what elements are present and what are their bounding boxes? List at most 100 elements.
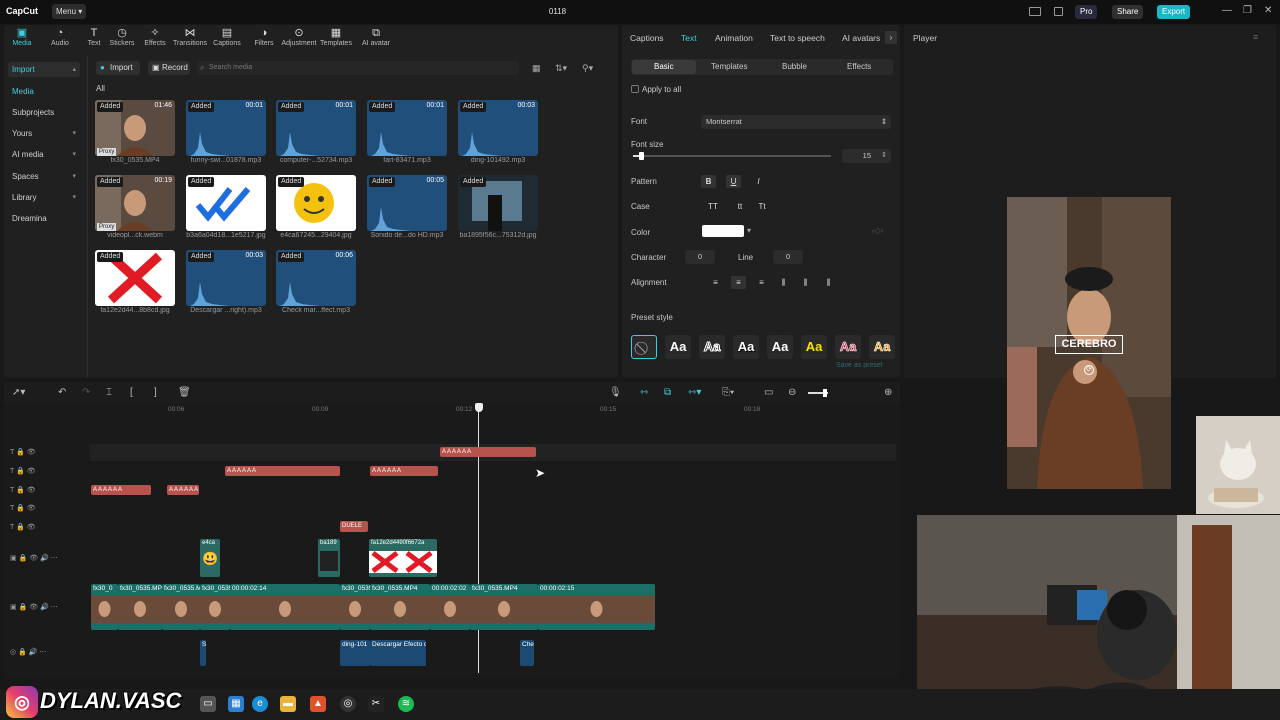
store-icon[interactable]: ▦ (228, 696, 244, 712)
media-item[interactable]: Added 00:06 (276, 250, 356, 306)
preset-style-3[interactable]: Aa (733, 335, 759, 359)
media-item[interactable]: Added 00:19 Proxy (95, 175, 175, 231)
tool-transitions[interactable]: ⋈ Transitions (168, 27, 212, 47)
tabs-more-icon[interactable]: › (885, 31, 897, 44)
tool-templates[interactable]: ▦ Templates (318, 27, 354, 47)
zoom-in-icon[interactable]: ⊕ (884, 387, 892, 398)
sidebar-item-media[interactable]: Media (8, 84, 80, 99)
preview-axis-icon[interactable]: ⎘▾ (722, 387, 734, 398)
character-input[interactable]: 0 (685, 250, 715, 264)
media-item[interactable]: Added (276, 175, 356, 231)
import-button[interactable]: ● Import (96, 61, 140, 75)
delete-icon[interactable]: 🗑 (178, 387, 191, 398)
video-clip[interactable]: 00:00:02:15 (538, 584, 655, 630)
image-clip-fa12[interactable]: fa12e2d4490f6672a (369, 539, 437, 577)
keyframe-icon[interactable]: ‹◇› (872, 226, 883, 235)
trim-left-icon[interactable]: [ (130, 387, 133, 398)
sidebar-item-library[interactable]: Library ▾ (8, 190, 80, 205)
text-clip[interactable]: A A A A A A (225, 466, 340, 476)
apply-all-checkbox[interactable] (631, 85, 639, 93)
video-clip[interactable]: 00:00:02:02 (430, 584, 470, 630)
microphone-icon[interactable]: 🎙 (609, 387, 622, 398)
minimize-icon[interactable]: — (1222, 5, 1232, 16)
video-clip[interactable]: 00:00:02:14 (230, 584, 340, 630)
align-option-4-icon[interactable]: ⫼ (776, 276, 791, 289)
tool-adjustment[interactable]: ⊙ Adjustment (277, 27, 321, 47)
font-size-slider-handle[interactable] (638, 152, 644, 160)
tab-captions[interactable]: Captions (630, 33, 664, 43)
media-item[interactable]: Added (458, 175, 538, 231)
subtab-bubble[interactable]: Bubble (782, 62, 807, 71)
sidebar-item-ai-media[interactable]: AI media ▾ (8, 147, 80, 162)
tab-text-to-speech[interactable]: Text to speech (770, 33, 825, 43)
video-clip[interactable]: fx30_0535.MP4 (162, 584, 200, 630)
layout-icon[interactable] (1029, 7, 1041, 16)
align-option-5-icon[interactable]: ⫼ (798, 276, 813, 289)
font-select[interactable]: Montserrat ⇕ (701, 115, 891, 129)
tab-text[interactable]: Text (681, 33, 697, 43)
preset-style-5[interactable]: Aa (801, 335, 827, 359)
bold-button[interactable]: B (701, 175, 716, 188)
video-clip[interactable]: fx30_0535.MP4 (370, 584, 430, 630)
subtab-basic[interactable]: Basic (654, 62, 674, 71)
media-item[interactable]: Added 00:01 (186, 100, 266, 156)
preset-style-2[interactable]: Aa (699, 335, 725, 359)
sidebar-item-import[interactable]: Import ▴ (8, 62, 80, 77)
media-item[interactable]: Added (186, 175, 266, 231)
tool-ai-avatar[interactable]: ⧉ AI avatar (358, 27, 394, 47)
fit-timeline-icon[interactable]: ▭ (764, 387, 773, 398)
case-option-3[interactable]: Tt (753, 200, 771, 213)
tool-media[interactable]: ▣ Media (4, 27, 40, 47)
folder-icon[interactable]: ▬ (280, 696, 296, 712)
tool-stickers[interactable]: ◷ Stickers (104, 27, 140, 47)
font-size-stepper-icon[interactable]: ⇕ (881, 151, 887, 159)
restore-icon[interactable]: ❐ (1243, 5, 1252, 16)
tool-captions[interactable]: ▤ Captions (209, 27, 245, 47)
underline-button[interactable]: U (726, 175, 741, 188)
image-clip-e4ca[interactable]: e4ca 😃 (200, 539, 220, 577)
text-clip[interactable]: A A A A A A (370, 466, 438, 476)
sidebar-item-spaces[interactable]: Spaces ▾ (8, 169, 80, 184)
tool-audio[interactable]: ◔ Audio (42, 27, 78, 47)
task-view-icon[interactable]: ▭ (200, 696, 216, 712)
player-menu-icon[interactable]: ≡ (1253, 32, 1258, 42)
align-option-6-icon[interactable]: ⫼ (821, 276, 836, 289)
preset-style-6[interactable]: Aa (835, 335, 861, 359)
share-button[interactable]: Share (1112, 5, 1144, 19)
sidebar-item-dreamina[interactable]: Dreamina (8, 211, 80, 226)
zoom-out-icon[interactable]: ⊖ (788, 387, 796, 398)
pro-button[interactable]: Pro (1075, 5, 1098, 19)
audio-clip[interactable]: Chec (520, 640, 534, 666)
line-input[interactable]: 0 (773, 250, 803, 264)
align-option-2-icon[interactable]: ≡ (731, 276, 746, 289)
align-option-1-icon[interactable]: ≡ (708, 276, 723, 289)
text-clip[interactable]: A A A A A A (440, 447, 536, 457)
preset-style-7[interactable]: Aa (869, 335, 895, 359)
preset-style-1[interactable]: Aa (665, 335, 691, 359)
video-clip[interactable]: fx30_0 (91, 584, 118, 630)
italic-button[interactable]: I (751, 175, 766, 188)
rotate-handle-icon[interactable]: ⟳ (1084, 365, 1094, 375)
linkage-icon[interactable]: ⇿▾ (688, 387, 701, 398)
auto-snap-icon[interactable]: ⧉ (664, 387, 671, 398)
video-clip[interactable]: fx30_0535.MP4 (200, 584, 230, 630)
text-color-swatch[interactable] (702, 225, 744, 237)
case-option-1[interactable]: TT (704, 200, 722, 213)
audio-clip[interactable]: ding-101 (340, 640, 370, 666)
audio-clip[interactable]: S (200, 640, 206, 666)
tab-ai-avatars[interactable]: AI avatars (842, 33, 880, 43)
sticker-clip[interactable]: DUELE (340, 521, 368, 532)
video-clip[interactable]: fx30_0535.MP4 (340, 584, 370, 630)
image-clip-ba189[interactable]: ba189 (318, 539, 340, 577)
subtab-effects[interactable]: Effects (847, 62, 871, 71)
search-input[interactable]: Search media (197, 61, 519, 75)
media-item[interactable]: Added 00:01 (367, 100, 447, 156)
playhead-handle[interactable] (475, 403, 483, 412)
capcut-taskbar-icon[interactable]: ✂ (368, 696, 384, 712)
caption-text-overlay[interactable]: CEREBRO (1055, 335, 1123, 354)
zoom-slider-handle[interactable] (823, 389, 827, 397)
save-preset-link[interactable]: Save as preset (836, 362, 883, 369)
split-icon[interactable]: ⌶ (106, 387, 112, 398)
main-track-magnet-icon[interactable]: ⇿ (640, 387, 648, 398)
brave-icon[interactable]: ▲ (310, 696, 326, 712)
